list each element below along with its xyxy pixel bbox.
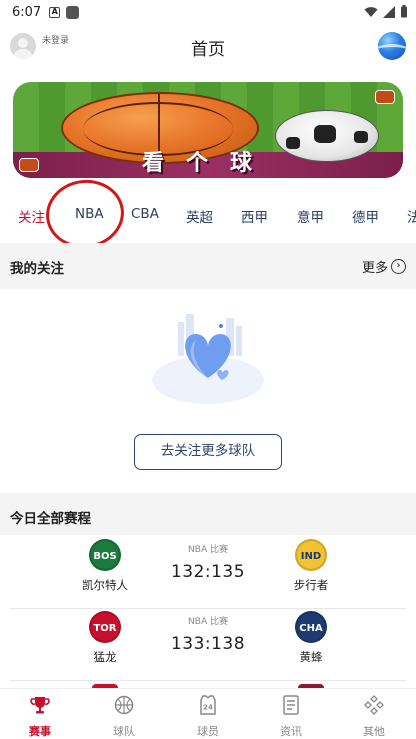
tab-ligue-1[interactable]: 法: [407, 206, 416, 226]
team-name: 黄蜂: [299, 650, 323, 664]
nav-label: 球员: [197, 725, 219, 738]
notification-square-icon: [66, 5, 80, 19]
match-league: NBA 比赛: [188, 545, 228, 555]
nav-news[interactable]: 资讯: [261, 694, 321, 739]
schedule-title: 今日全部赛程: [10, 511, 91, 527]
basketball-icon: [114, 695, 134, 715]
team-logo: TOR: [89, 611, 121, 643]
match-info: NBA 比赛 133:138: [158, 611, 258, 654]
divider: [10, 680, 406, 681]
wifi-icon: [364, 6, 378, 17]
jersey-24-icon: 24: [200, 695, 216, 715]
my-follow-title: 我的关注: [10, 261, 64, 277]
news-icon: [283, 695, 299, 715]
follow-more-teams-button[interactable]: 去关注更多球队: [134, 434, 282, 470]
divider: [10, 608, 406, 609]
away-team: CHA 黄蜂: [271, 611, 351, 665]
my-follow-header: 我的关注 更多 ›: [0, 243, 416, 289]
away-team: IND 步行者: [271, 539, 351, 593]
app-header: 未登录 首页: [0, 24, 416, 68]
team-name: 步行者: [293, 578, 329, 592]
bottom-nav: 赛事 球队 24 球员 资讯 其他: [0, 688, 416, 739]
banner-text: 看个球: [141, 151, 274, 176]
nav-events[interactable]: 赛事: [10, 694, 70, 739]
match-row[interactable]: BOS 凯尔特人 NBA 比赛 132:135 IND 步行者: [0, 539, 416, 609]
nav-teams[interactable]: 球队: [94, 694, 154, 739]
team-name: 凯尔特人: [82, 578, 128, 592]
more-button[interactable]: 更多 ›: [362, 257, 406, 276]
nav-label: 赛事: [29, 725, 51, 738]
highlight-circle: [41, 174, 129, 254]
empty-follow-illustration: [152, 314, 264, 404]
team-logo: CHA: [295, 611, 327, 643]
page-title: 首页: [191, 40, 225, 60]
tab-follow[interactable]: 关注: [18, 206, 45, 226]
tab-la-liga[interactable]: 西甲: [241, 206, 268, 226]
tab-bundesliga[interactable]: 德甲: [352, 206, 379, 226]
match-score: 133:138: [170, 634, 246, 654]
home-team: TOR 猛龙: [65, 611, 145, 665]
nav-label: 球队: [113, 725, 135, 738]
nav-label: 资讯: [280, 725, 302, 738]
status-bar: 6:07 A: [0, 0, 416, 24]
nav-other[interactable]: 其他: [344, 694, 404, 739]
home-team: BOS 凯尔特人: [65, 539, 145, 593]
status-time: 6:07: [12, 4, 42, 20]
more-label: 更多: [361, 261, 388, 276]
tab-cba[interactable]: CBA: [131, 206, 159, 222]
team-logo: IND: [295, 539, 327, 571]
trophy-icon: [30, 697, 50, 714]
battery-icon: [401, 5, 407, 18]
match-score: 132:135: [170, 562, 246, 582]
tab-premier-league[interactable]: 英超: [186, 206, 213, 226]
schedule-header: 今日全部赛程: [0, 493, 416, 535]
globe-icon[interactable]: [378, 32, 406, 60]
match-row[interactable]: TOR 猛龙 NBA 比赛 133:138 CHA 黄蜂: [0, 611, 416, 681]
signal-icon: [383, 5, 395, 18]
nav-players[interactable]: 24 球员: [178, 694, 238, 739]
match-info: NBA 比赛 132:135: [158, 539, 258, 582]
banner[interactable]: 看个球: [13, 82, 403, 178]
nav-label: 其他: [363, 725, 385, 738]
mini-basketball-icon: [375, 90, 395, 104]
tab-serie-a[interactable]: 意甲: [297, 206, 324, 226]
team-logo: BOS: [89, 539, 121, 571]
notification-a-icon: A: [49, 6, 61, 18]
team-name: 猛龙: [93, 650, 117, 664]
grid-diamond-icon: [364, 695, 384, 715]
chevron-right-icon: ›: [391, 259, 406, 274]
svg-text:24: 24: [203, 704, 213, 712]
match-league: NBA 比赛: [188, 617, 228, 627]
